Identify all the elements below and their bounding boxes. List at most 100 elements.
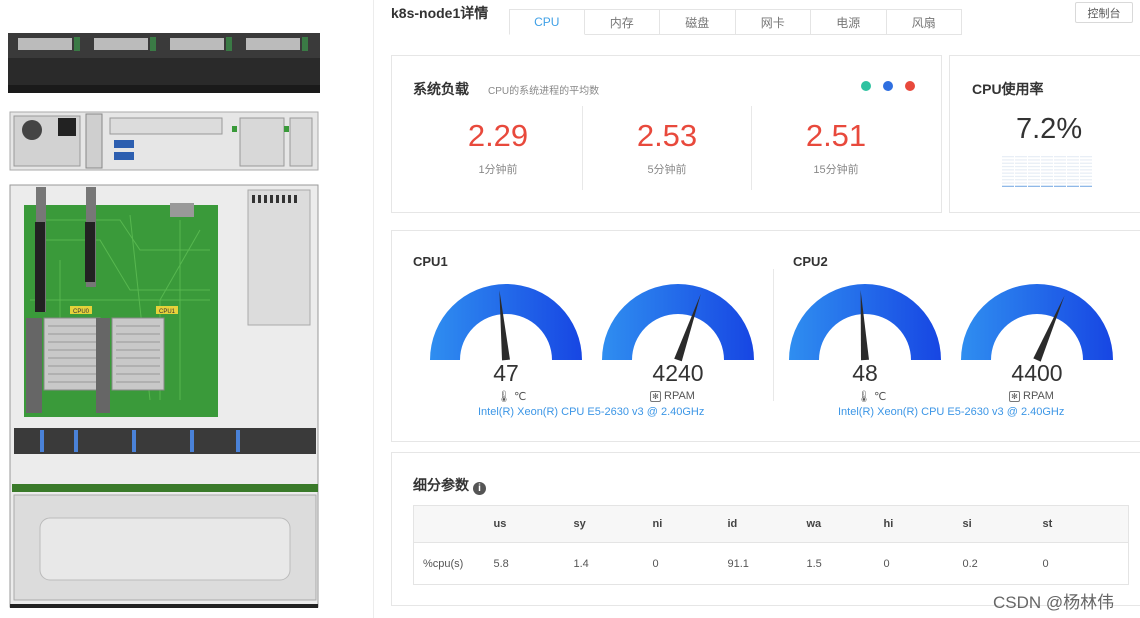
- cpu2-temperature-value: 48: [852, 360, 878, 386]
- gauge-arc: [961, 284, 1113, 360]
- tab-cpu[interactable]: CPU: [509, 9, 585, 35]
- legend-dot-green: [861, 81, 871, 91]
- usage-meter-cell: [1041, 182, 1053, 184]
- usage-meter-cell: [1041, 172, 1053, 174]
- load-label-5min: 5分钟前: [647, 164, 687, 176]
- usage-meter-cell: [1080, 162, 1092, 164]
- console-button[interactable]: 控制台: [1075, 2, 1133, 23]
- usage-meter-cell: [1028, 175, 1040, 178]
- usage-meter-cell: [1080, 165, 1092, 168]
- cpu2-fan-value: 4400: [1011, 360, 1063, 386]
- usage-meter-cell: [1002, 185, 1014, 187]
- usage-meter-cell: [1028, 172, 1040, 174]
- usage-meter-cell: [1028, 162, 1040, 164]
- thermometer-icon: 🌡: [857, 391, 871, 403]
- watermark: CSDN @杨林伟: [993, 593, 1115, 612]
- usage-meter-cell: [1002, 182, 1014, 184]
- usage-meter-cell: [1028, 185, 1040, 187]
- usage-meter-cell: [1041, 169, 1053, 171]
- tab-fan[interactable]: 风扇: [886, 9, 962, 35]
- column-header-si: si: [962, 505, 1043, 543]
- cpu-usage-card: CPU使用率 7.2%: [949, 55, 1140, 213]
- column-header-hi: hi: [883, 505, 963, 543]
- detail-params-title: 细分参数: [413, 477, 469, 493]
- usage-meter-cell: [1054, 162, 1066, 164]
- usage-meter-cell: [1041, 165, 1053, 168]
- usage-meter-cell: [1041, 179, 1053, 181]
- usage-meter-cell: [1002, 162, 1014, 164]
- cpu1-fan-unit: ✻ RPAM: [650, 390, 695, 402]
- usage-meter-cell: [1054, 156, 1066, 158]
- cpu-usage-value: 7.2%: [1016, 113, 1083, 145]
- usage-meter-cell: [1067, 156, 1079, 158]
- cpu2-temperature-unit: 🌡 ℃: [857, 390, 886, 403]
- legend-dot-red: [905, 81, 915, 91]
- usage-meter-cell: [1054, 182, 1066, 184]
- usage-meter-cell: [1067, 179, 1079, 181]
- usage-meter-cell: [1067, 159, 1079, 161]
- cpu1-fan-value: 4240: [652, 360, 704, 386]
- load-item-1min: 2.29 1分钟前: [414, 106, 582, 190]
- usage-meter-cell: [1002, 179, 1014, 181]
- usage-meter-cell: [1067, 169, 1079, 171]
- tab-power[interactable]: 电源: [811, 9, 887, 35]
- usage-meter-cell: [1054, 185, 1066, 187]
- table-cell: 1.4: [573, 542, 653, 585]
- table-cell: 5.8: [493, 542, 574, 585]
- column-header-st: st: [1042, 505, 1129, 543]
- tab-network[interactable]: 网卡: [735, 9, 811, 35]
- detail-params-heading: 细分参数 i: [413, 475, 486, 495]
- usage-meter-cell: [1067, 182, 1079, 184]
- cpu2-fan-gauge: [961, 284, 1113, 362]
- usage-meter-cell: [1041, 159, 1053, 161]
- legend-dot-blue: [883, 81, 893, 91]
- usage-meter-cell: [1002, 175, 1014, 178]
- usage-meter-cell: [1054, 175, 1066, 178]
- cpu2-name: CPU2: [793, 254, 828, 269]
- cpu1-temperature-unit: 🌡 ℃: [497, 390, 526, 403]
- usage-meter-cell: [1080, 159, 1092, 161]
- gauge-divider: [773, 269, 774, 401]
- usage-meter-cell: [1041, 162, 1053, 164]
- usage-meter-cell: [1028, 182, 1040, 184]
- usage-meter-cell: [1067, 185, 1079, 187]
- page-title: k8s-node1详情: [391, 5, 489, 21]
- page-root: CPU0 CPU1 k8s-node1详情 CPU 内存 磁盘 网卡 电源 风扇…: [0, 0, 1140, 618]
- usage-meter-cell: [1041, 156, 1053, 158]
- server-illustration: CPU0 CPU1: [8, 33, 320, 608]
- server-top-view: CPU0 CPU1: [9, 184, 319, 608]
- cpu2-model-link[interactable]: Intel(R) Xeon(R) CPU E5-2630 v3 @ 2.40GH…: [838, 406, 1064, 418]
- usage-meter-cell: [1015, 179, 1027, 181]
- tab-disk[interactable]: 磁盘: [660, 9, 736, 35]
- tab-memory[interactable]: 内存: [584, 9, 660, 35]
- usage-meter-cell: [1041, 175, 1053, 178]
- table-cell: 0: [883, 542, 963, 585]
- usage-meter-cell: [1028, 179, 1040, 181]
- table-cell: %cpu(s): [413, 542, 494, 585]
- usage-meter-cell: [1080, 172, 1092, 174]
- legend-dots: [861, 81, 915, 91]
- cpu1-model-link[interactable]: Intel(R) Xeon(R) CPU E5-2630 v3 @ 2.40GH…: [478, 406, 704, 418]
- table-cell: 91.1: [727, 542, 807, 585]
- load-item-15min: 2.51 15分钟前: [752, 106, 920, 190]
- usage-meter-cell: [1015, 156, 1027, 158]
- table-header-row: us sy ni id wa hi si st: [413, 505, 1129, 543]
- info-icon[interactable]: i: [473, 482, 486, 495]
- usage-meter-cell: [1080, 182, 1092, 184]
- thermometer-icon: 🌡: [497, 391, 511, 403]
- usage-meter-cell: [1002, 159, 1014, 161]
- usage-meter-cell: [1015, 165, 1027, 168]
- column-header-us: us: [493, 505, 574, 543]
- usage-meter-cell: [1067, 172, 1079, 174]
- cpu2-fan-unit-label: RPAM: [1023, 390, 1054, 402]
- gauge-arc: [602, 284, 754, 360]
- usage-meter-cell: [1054, 159, 1066, 161]
- fan-icon: ✻: [1009, 390, 1020, 402]
- server-cpu1-label: CPU1: [159, 309, 176, 315]
- usage-meter-cell: [1015, 182, 1027, 184]
- cpu1-temperature-unit-label: ℃: [513, 391, 527, 403]
- table-row: %cpu(s) 5.8 1.4 0 91.1 1.5 0 0.2 0: [413, 542, 1129, 585]
- section-divider: [373, 0, 374, 618]
- column-header-id: id: [727, 505, 807, 543]
- usage-meter-cell: [1015, 185, 1027, 187]
